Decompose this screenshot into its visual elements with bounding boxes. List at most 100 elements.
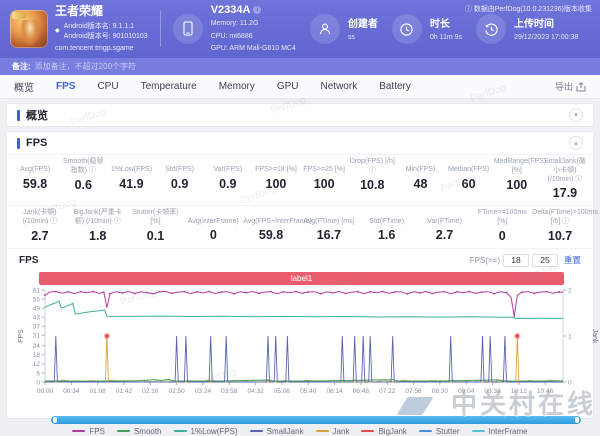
stat-label: Stutter(卡顿率) [%] (128, 209, 184, 227)
creator-info: 创建者 ss (310, 14, 378, 44)
stat-cell: Avg(FPS)59.8 (11, 158, 59, 202)
stat-cell: MedRange(FPS)[%]100 (493, 158, 541, 202)
svg-text:0: 0 (36, 379, 40, 386)
tab-network[interactable]: Network (321, 81, 358, 92)
stat-cell: Stutter(卡顿率) [%]0.1 (127, 209, 185, 245)
stat-cell: FPS>=25 [%]100 (300, 158, 348, 202)
tab-fps[interactable]: FPS (56, 81, 75, 92)
stat-label: Min(FPS) (397, 158, 443, 175)
clock-icon (392, 14, 422, 44)
stat-label: Drop(FPS) [/h] ⓘ (349, 158, 395, 176)
creator-label: 创建者 (348, 15, 378, 30)
legend-swatch (472, 430, 485, 432)
stat-label: Std(FPS) (157, 158, 203, 175)
chevron-down-icon: ▾ (574, 111, 578, 119)
stat-value: 0.9 (157, 177, 203, 191)
stat-value: 2.7 (12, 229, 68, 243)
chart-series-label-bar[interactable]: label1 (39, 272, 564, 285)
tab-cpu[interactable]: CPU (97, 81, 118, 92)
tab-battery[interactable]: Battery (379, 81, 411, 92)
fps-stats-row-1: Avg(FPS)59.8Smooth(稳帧指数) ⓘ 0.61%Low(FPS) 4… (7, 154, 593, 205)
fps-stats-row-2: Jank(卡顿) (/10min) ⓘ2.7BigJank(严重卡顿) (/10… (7, 205, 593, 248)
stat-label: Avg(InterFrame) (185, 209, 241, 226)
stat-label: Avg(FTime) [ms] (301, 209, 357, 226)
stat-value: 1.8 (70, 229, 126, 243)
section-accent-bar (17, 138, 20, 149)
legend-label: FPS (89, 427, 105, 436)
stat-cell: Median(FPS) 60 (445, 158, 493, 202)
stat-value: 100 (253, 177, 299, 191)
fps-threshold-input-1[interactable] (503, 254, 529, 267)
collect-info-icon: ⓘ (465, 6, 474, 13)
stat-label: MedRange(FPS)[%] (494, 158, 540, 176)
app-info: 王者荣耀 ◆ Android版本名: 9.1.1.1 Android版本号: 9… (10, 5, 148, 52)
legend-swatch (72, 430, 85, 432)
stat-cell: SmallJank(微小卡顿) (/10min) ⓘ 17.9 (541, 158, 589, 202)
stat-value: 60 (446, 177, 492, 191)
stat-label: Smooth(稳帧指数) ⓘ (60, 158, 106, 176)
stat-cell: Std(FPS) 0.9 (156, 158, 204, 202)
game-app-icon (10, 10, 48, 48)
device-cpu: CPU: mt6886 (211, 32, 296, 42)
legend-item-interframe[interactable]: InterFrame (472, 427, 528, 436)
stat-cell: Var(FPS)0.9 (204, 158, 252, 202)
duration-value: 0h 11m 9s (430, 33, 462, 43)
svg-text:18: 18 (33, 352, 41, 359)
stat-label: 1%Low(FPS) (108, 158, 154, 175)
fps-card: FPS ▴ Avg(FPS)59.8Smooth(稳帧指数) ⓘ0.61%Low… (6, 131, 594, 419)
fps-collapse-button[interactable]: ▴ (569, 136, 583, 150)
svg-text:08:30: 08:30 (432, 388, 449, 395)
stat-cell: Var(FTime)2.7 (416, 209, 474, 245)
legend-item-bigjank[interactable]: BigJank (361, 427, 406, 436)
svg-text:06:14: 06:14 (326, 388, 343, 395)
duration-info: 时长 0h 11m 9s (392, 14, 462, 44)
svg-text:10:46: 10:46 (537, 388, 554, 395)
device-info-icon[interactable]: i (253, 6, 261, 14)
legend-item-smooth[interactable]: Smooth (117, 427, 162, 436)
svg-text:09:38: 09:38 (484, 388, 501, 395)
svg-text:0: 0 (568, 379, 572, 386)
device-gpu: GPU: ARM Mali-G610 MC4 (211, 44, 296, 54)
tab-memory[interactable]: Memory (219, 81, 255, 92)
svg-text:05:40: 05:40 (300, 388, 317, 395)
stat-label: FPS>=18 [%] (253, 158, 299, 175)
stat-label: SmallJank(微小卡顿) (/10min) ⓘ (542, 158, 588, 184)
stat-label: Var(FPS) (205, 158, 251, 175)
export-button[interactable]: 导出 (555, 80, 586, 93)
legend-item-stutter[interactable]: Stutter (419, 427, 460, 436)
stat-cell: Avg(FPS+InterFrame)59.8 (242, 209, 300, 245)
svg-text:00:00: 00:00 (37, 388, 54, 395)
overview-collapse-button[interactable]: ▾ (569, 108, 583, 122)
stat-cell: Min(FPS)48 (396, 158, 444, 202)
fps-threshold-input-2[interactable] (532, 254, 558, 267)
legend-item-jank[interactable]: Jank (316, 427, 350, 436)
stat-value: 0.6 (60, 178, 106, 192)
stat-value: 41.9 (108, 177, 154, 191)
svg-text:01:42: 01:42 (116, 388, 133, 395)
legend-item-1%low(fps)[interactable]: 1%Low(FPS) (174, 427, 238, 436)
fps-threshold-label: FPS(>=) (470, 256, 500, 265)
stat-cell: Smooth(稳帧指数) ⓘ 0.6 (59, 158, 107, 202)
tab-temperature[interactable]: Temperature (141, 81, 197, 92)
reset-button[interactable]: 重置 (564, 254, 581, 266)
stat-value: 16.7 (301, 228, 357, 242)
stat-cell: Avg(FTime) [ms] 16.7 (300, 209, 358, 245)
stat-label: Var(FTime) (417, 209, 473, 226)
svg-text:37: 37 (33, 323, 41, 330)
stat-cell: Std(FTime)1.6 (358, 209, 416, 245)
svg-text:49: 49 (33, 305, 41, 312)
tab-gpu[interactable]: GPU (277, 81, 299, 92)
stat-label: Median(FPS) (446, 158, 492, 175)
stat-value: 17.9 (542, 186, 588, 200)
svg-text:01:08: 01:08 (90, 388, 107, 395)
legend-swatch (316, 430, 329, 432)
note-bar[interactable]: 备注: 添加备注，不超过200个字符 (0, 58, 600, 75)
legend-item-fps[interactable]: FPS (72, 427, 105, 436)
stat-label: FTime>=100ms [%] (474, 209, 530, 227)
phone-icon (173, 14, 203, 44)
svg-text:Jank: Jank (591, 328, 598, 343)
legend-item-smalljank[interactable]: SmallJank (250, 427, 304, 436)
report-header: 王者荣耀 ◆ Android版本名: 9.1.1.1 Android版本号: 9… (0, 0, 600, 58)
chart-range-slider[interactable] (51, 416, 581, 424)
tab-概览[interactable]: 概览 (14, 79, 34, 94)
